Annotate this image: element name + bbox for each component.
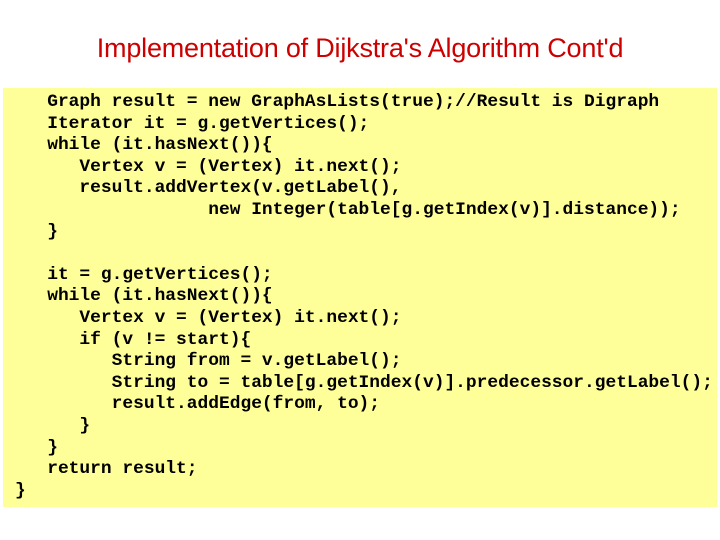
code-line: new Integer(table[g.getIndex(v)].distanc…	[15, 199, 681, 220]
code-line: Vertex v = (Vertex) it.next();	[15, 307, 402, 328]
slide-title: Implementation of Dijkstra's Algorithm C…	[96, 33, 624, 63]
code-line: result.addVertex(v.getLabel(),	[15, 178, 402, 199]
code-line: }	[15, 221, 58, 242]
code-line: }	[15, 480, 26, 501]
code-line: return result;	[15, 459, 198, 480]
code-line: it = g.getVertices();	[15, 264, 273, 285]
code-block: Graph result = new GraphAsLists(true);//…	[3, 88, 717, 507]
code-line: while (it.hasNext()){	[15, 286, 273, 307]
code-listing: Graph result = new GraphAsLists(true);//…	[15, 92, 713, 502]
code-line: while (it.hasNext()){	[15, 135, 273, 156]
code-line: String to = table[g.getIndex(v)].predece…	[15, 372, 713, 393]
code-line: }	[15, 415, 91, 436]
code-line: String from = v.getLabel();	[15, 351, 402, 372]
code-line: if (v != start){	[15, 329, 252, 350]
code-line: }	[15, 437, 58, 458]
code-line: result.addEdge(from, to);	[15, 394, 381, 415]
code-line: Graph result = new GraphAsLists(true);//…	[15, 92, 660, 112]
code-line: Iterator it = g.getVertices();	[15, 113, 370, 134]
code-line: Vertex v = (Vertex) it.next();	[15, 156, 402, 177]
